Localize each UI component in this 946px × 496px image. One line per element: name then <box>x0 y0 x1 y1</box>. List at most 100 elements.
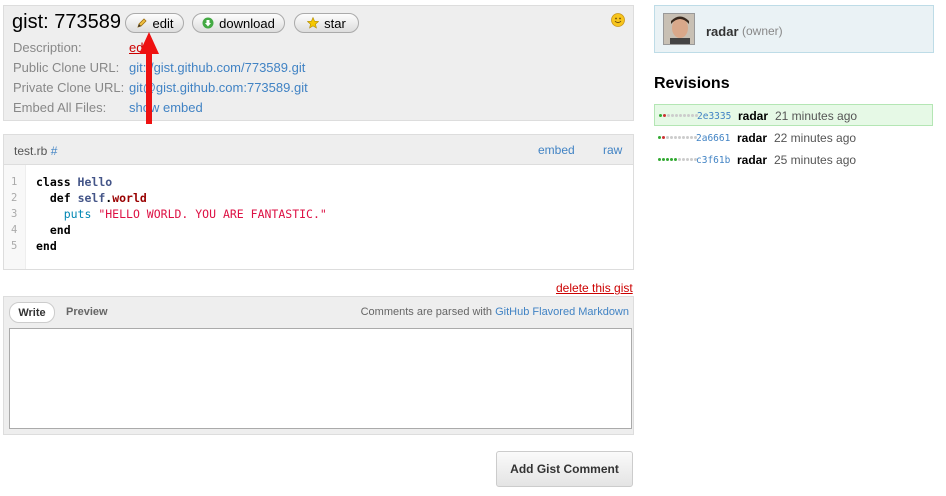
code-token: world <box>112 191 147 205</box>
markdown-note-text: Comments are parsed with <box>360 306 496 318</box>
revision-time: 21 minutes ago <box>775 109 858 123</box>
diffstat-dot <box>690 135 693 139</box>
tab-preview[interactable]: Preview <box>66 306 108 318</box>
code-line: end <box>36 223 71 237</box>
description-label: Description: <box>13 40 82 55</box>
diffstat-dot <box>690 158 693 161</box>
avatar-image <box>664 14 694 44</box>
revision-row[interactable]: 2e3335 radar 21 minutes ago <box>654 104 933 126</box>
pencil-icon <box>136 18 147 28</box>
embed-all-label: Embed All Files: <box>13 100 107 115</box>
tab-write[interactable]: Write <box>9 302 55 323</box>
code-line: puts "HELLO WORLD. YOU ARE FANTASTIC." <box>36 207 327 221</box>
revision-hash-link[interactable]: 2e3335 <box>697 111 731 122</box>
diffstat-dot <box>678 158 681 161</box>
download-button-label: download <box>219 15 275 31</box>
line-number: 4 <box>11 224 18 236</box>
owner-box: radar (owner) <box>654 5 934 53</box>
line-number: 1 <box>11 176 18 188</box>
file-raw-link[interactable]: raw <box>603 143 622 157</box>
gist-title: gist: 773589 <box>12 11 121 33</box>
revision-user-link[interactable]: radar <box>737 153 767 167</box>
code-token: end <box>49 223 71 237</box>
diffstat-dot <box>682 158 685 161</box>
code-token: Hello <box>77 175 113 189</box>
diffstat-dot <box>658 158 661 161</box>
diffstat-dot <box>678 135 681 139</box>
code-token: class <box>36 175 78 189</box>
revision-hash-link[interactable]: 2a6661 <box>696 133 730 144</box>
file-header: test.rb # embed raw <box>4 135 633 165</box>
diffstat-dot <box>658 135 661 139</box>
revision-user-link[interactable]: radar <box>737 131 767 145</box>
comment-textarea[interactable] <box>9 328 632 429</box>
code-token: "HELLO WORLD. YOU ARE FANTASTIC." <box>98 207 327 221</box>
revision-diffstat <box>658 158 697 161</box>
diffstat-dot <box>679 114 682 117</box>
markdown-note: Comments are parsed with GitHub Flavored… <box>361 306 629 318</box>
code-token: def <box>49 191 78 205</box>
add-gist-comment-button[interactable]: Add Gist Comment <box>496 451 633 487</box>
file-box: test.rb # embed raw 1 class Hello 2 def se… <box>3 134 634 270</box>
star-button-label: star <box>324 15 346 31</box>
diffstat-dot <box>686 135 689 139</box>
diffstat-dot <box>670 158 673 161</box>
diffstat-dot <box>666 158 669 161</box>
code-line: def self.world <box>36 191 147 205</box>
diffstat-dot <box>691 114 694 117</box>
diffstat-dot <box>675 114 678 117</box>
diffstat-dot <box>682 135 685 139</box>
diffstat-dot <box>670 135 673 139</box>
avatar[interactable] <box>663 13 695 45</box>
diffstat-dot <box>666 135 669 139</box>
revision-diffstat <box>659 114 698 117</box>
download-arrow-icon <box>202 17 214 29</box>
gist-header: gist: 773589 edit download star Descript… <box>3 5 634 121</box>
revision-hash-link[interactable]: c3f61b <box>696 155 730 166</box>
revision-row[interactable]: 2a6661 radar 22 minutes ago <box>654 127 933 149</box>
line-number: 2 <box>11 192 18 204</box>
markdown-help-link[interactable]: GitHub Flavored Markdown <box>495 306 629 318</box>
revisions-title: Revisions <box>654 75 730 92</box>
code-body: 1 class Hello 2 def self.world 3 puts "HELL… <box>4 165 633 269</box>
diffstat-dot <box>683 114 686 117</box>
owner-role: (owner) <box>742 24 783 38</box>
code-line: end <box>36 239 57 253</box>
edit-button-label: edit <box>152 15 174 31</box>
delete-gist-link[interactable]: delete this gist <box>556 281 633 295</box>
revision-time: 22 minutes ago <box>774 130 857 145</box>
owner-name-link[interactable]: radar <box>706 24 739 39</box>
diffstat-dot <box>671 114 674 117</box>
smiley-icon[interactable] <box>611 13 625 27</box>
comment-box: Write Preview Comments are parsed with G… <box>3 296 634 435</box>
revision-time: 25 minutes ago <box>774 153 857 167</box>
star-button[interactable]: star <box>294 13 359 33</box>
public-clone-label: Public Clone URL: <box>13 60 120 75</box>
file-embed-link[interactable]: embed <box>538 143 575 157</box>
file-name: test.rb # <box>14 144 57 158</box>
code-token: puts <box>63 207 99 221</box>
star-icon <box>307 17 320 29</box>
download-button[interactable]: download <box>192 13 285 33</box>
line-number: 3 <box>11 208 18 220</box>
diffstat-dot <box>686 158 689 161</box>
diffstat-dot <box>667 114 670 117</box>
diffstat-dot <box>662 158 665 161</box>
code-token: end <box>36 239 57 253</box>
diffstat-dot <box>662 135 665 139</box>
edit-button[interactable]: edit <box>125 13 184 33</box>
revision-row[interactable]: c3f61b radar 25 minutes ago <box>654 149 933 171</box>
diffstat-dot <box>674 135 677 139</box>
diffstat-dot <box>687 114 690 117</box>
diffstat-dot <box>659 114 662 117</box>
file-anchor-link[interactable]: # <box>51 144 58 158</box>
code-line: class Hello <box>36 175 112 189</box>
revision-user-link[interactable]: radar <box>738 109 768 123</box>
revision-diffstat <box>658 135 697 139</box>
private-clone-label: Private Clone URL: <box>13 80 125 95</box>
code-token: self <box>77 191 106 205</box>
diffstat-dot <box>674 158 677 161</box>
line-number: 5 <box>11 240 18 252</box>
